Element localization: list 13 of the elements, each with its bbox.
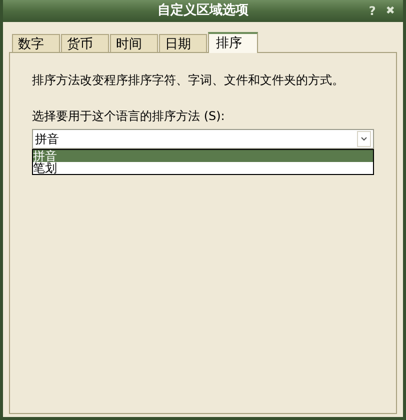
sort-method-dropdown[interactable]: 拼音 (32, 129, 374, 149)
dropdown-option[interactable]: 拼音 (33, 150, 373, 162)
description-text: 排序方法改变程序排序字符、字词、文件和文件夹的方式。 (32, 72, 345, 89)
help-button[interactable]: ? (368, 3, 376, 19)
tab[interactable]: 时间 (110, 34, 158, 52)
window-title: 自定义区域选项 (158, 2, 248, 20)
tab[interactable]: 日期 (159, 34, 207, 52)
sort-method-label: 选择要用于这个语言的排序方法 (S): (32, 108, 226, 125)
tab[interactable]: 数字 (12, 34, 60, 52)
tab[interactable]: 排序 (208, 32, 258, 53)
close-button[interactable]: ✖ (386, 3, 395, 19)
tab[interactable]: 货币 (61, 34, 109, 52)
dropdown-option[interactable]: 笔划 (33, 162, 373, 174)
